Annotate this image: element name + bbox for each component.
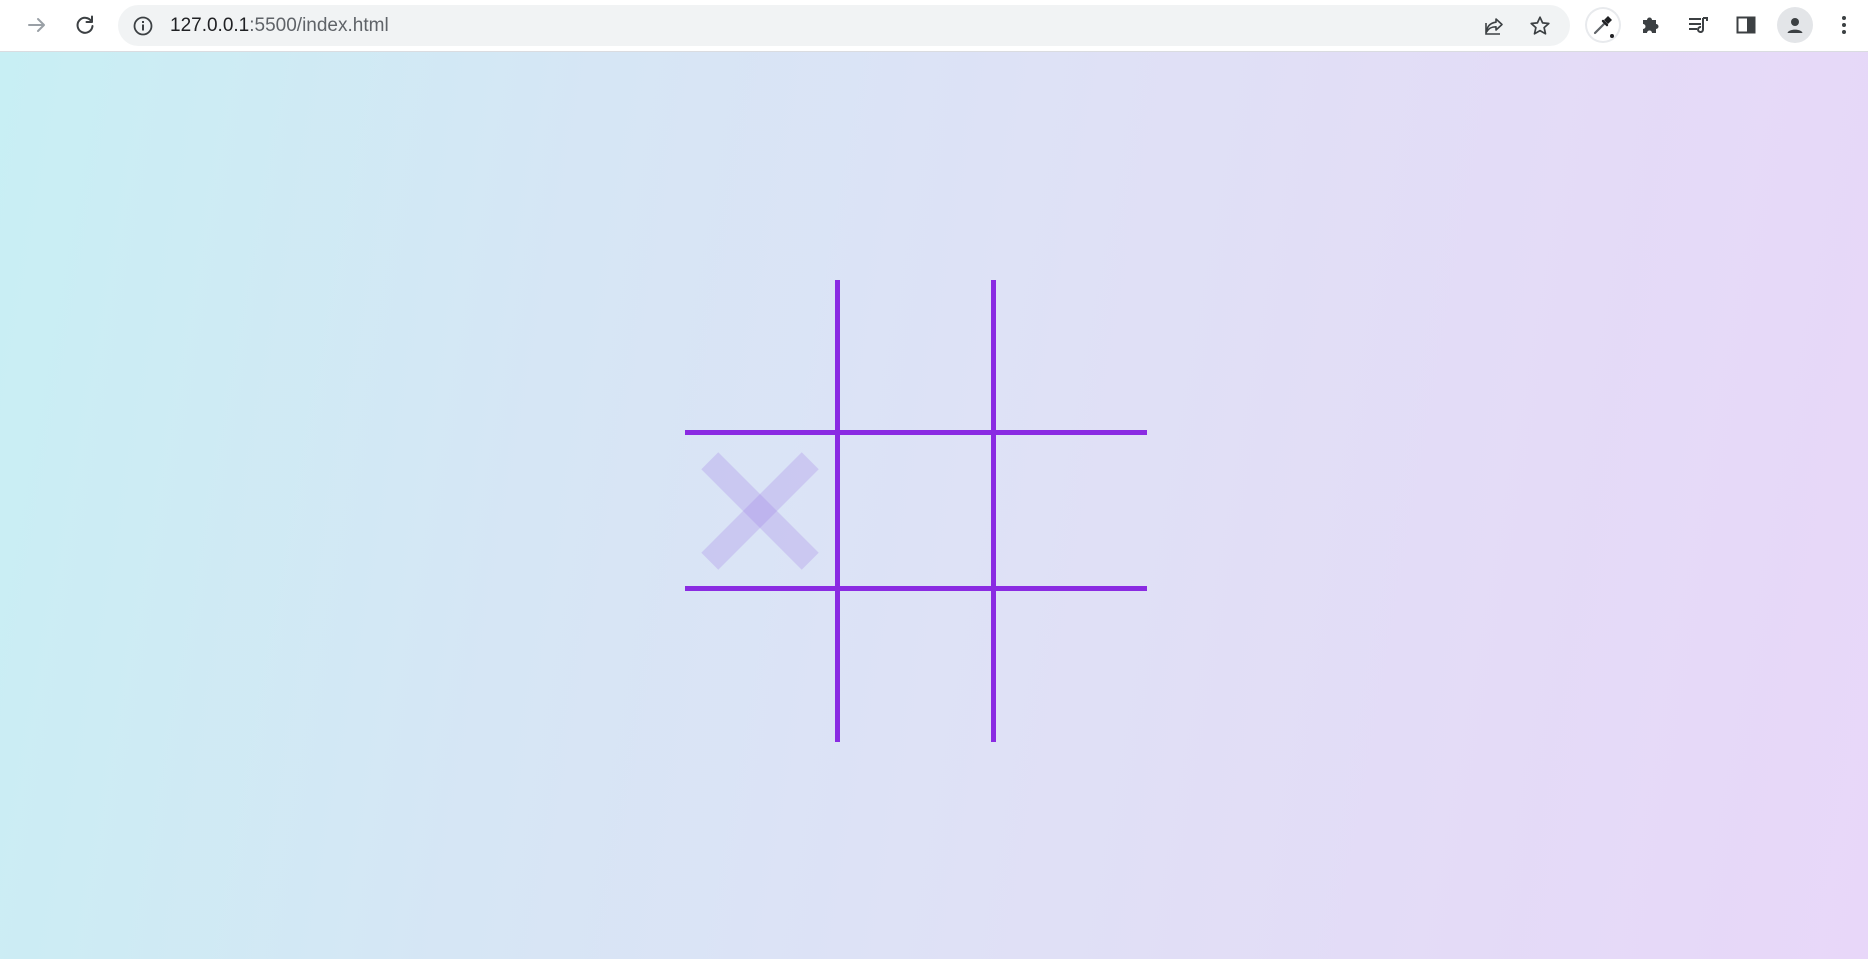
address-bar[interactable]: 127.0.0.1:5500/index.html [118,5,1570,46]
kebab-menu-icon [1842,16,1846,34]
board-cell[interactable] [685,280,835,430]
browser-window: 127.0.0.1:5500/index.html [0,0,1868,959]
puzzle-icon [1643,17,1659,33]
info-icon[interactable] [132,15,154,37]
share-icon[interactable] [1482,14,1506,38]
board-cell[interactable] [997,280,1147,430]
arrow-right-icon [28,18,45,32]
grid-line-horizontal-2 [685,586,1147,591]
queue-music-icon [1689,17,1708,34]
board-cell[interactable] [841,592,991,742]
media-controls-button[interactable] [1680,7,1716,43]
url-host: 127.0.0.1 [170,15,250,36]
browser-menu-button[interactable] [1826,7,1862,43]
grid-line-horizontal-1 [685,430,1147,435]
board-cell[interactable] [997,592,1147,742]
grid-line-vertical-2 [991,280,996,742]
page-content [0,52,1868,959]
board-cell[interactable] [685,436,835,586]
board-cell[interactable] [841,280,991,430]
forward-button[interactable] [19,7,55,43]
avatar-icon [1787,18,1803,33]
tic-tac-toe-board [685,280,1147,742]
extensions-button[interactable] [1632,7,1668,43]
board-cell[interactable] [997,436,1147,586]
grid-line-vertical-1 [835,280,840,742]
board-cell[interactable] [841,436,991,586]
browser-toolbar: 127.0.0.1:5500/index.html [0,0,1868,52]
profile-button[interactable] [1777,7,1813,43]
url-path: :5500/index.html [249,15,389,36]
url-text[interactable]: 127.0.0.1:5500/index.html [170,16,389,36]
side-panel-button[interactable] [1728,7,1764,43]
reload-icon [76,15,94,34]
color-picker-extension-button[interactable] [1585,7,1621,43]
extension-badge [1610,34,1614,38]
board-cell[interactable] [685,592,835,742]
side-panel-icon [1736,16,1756,34]
reload-button[interactable] [67,7,103,43]
star-icon[interactable] [1528,14,1552,38]
